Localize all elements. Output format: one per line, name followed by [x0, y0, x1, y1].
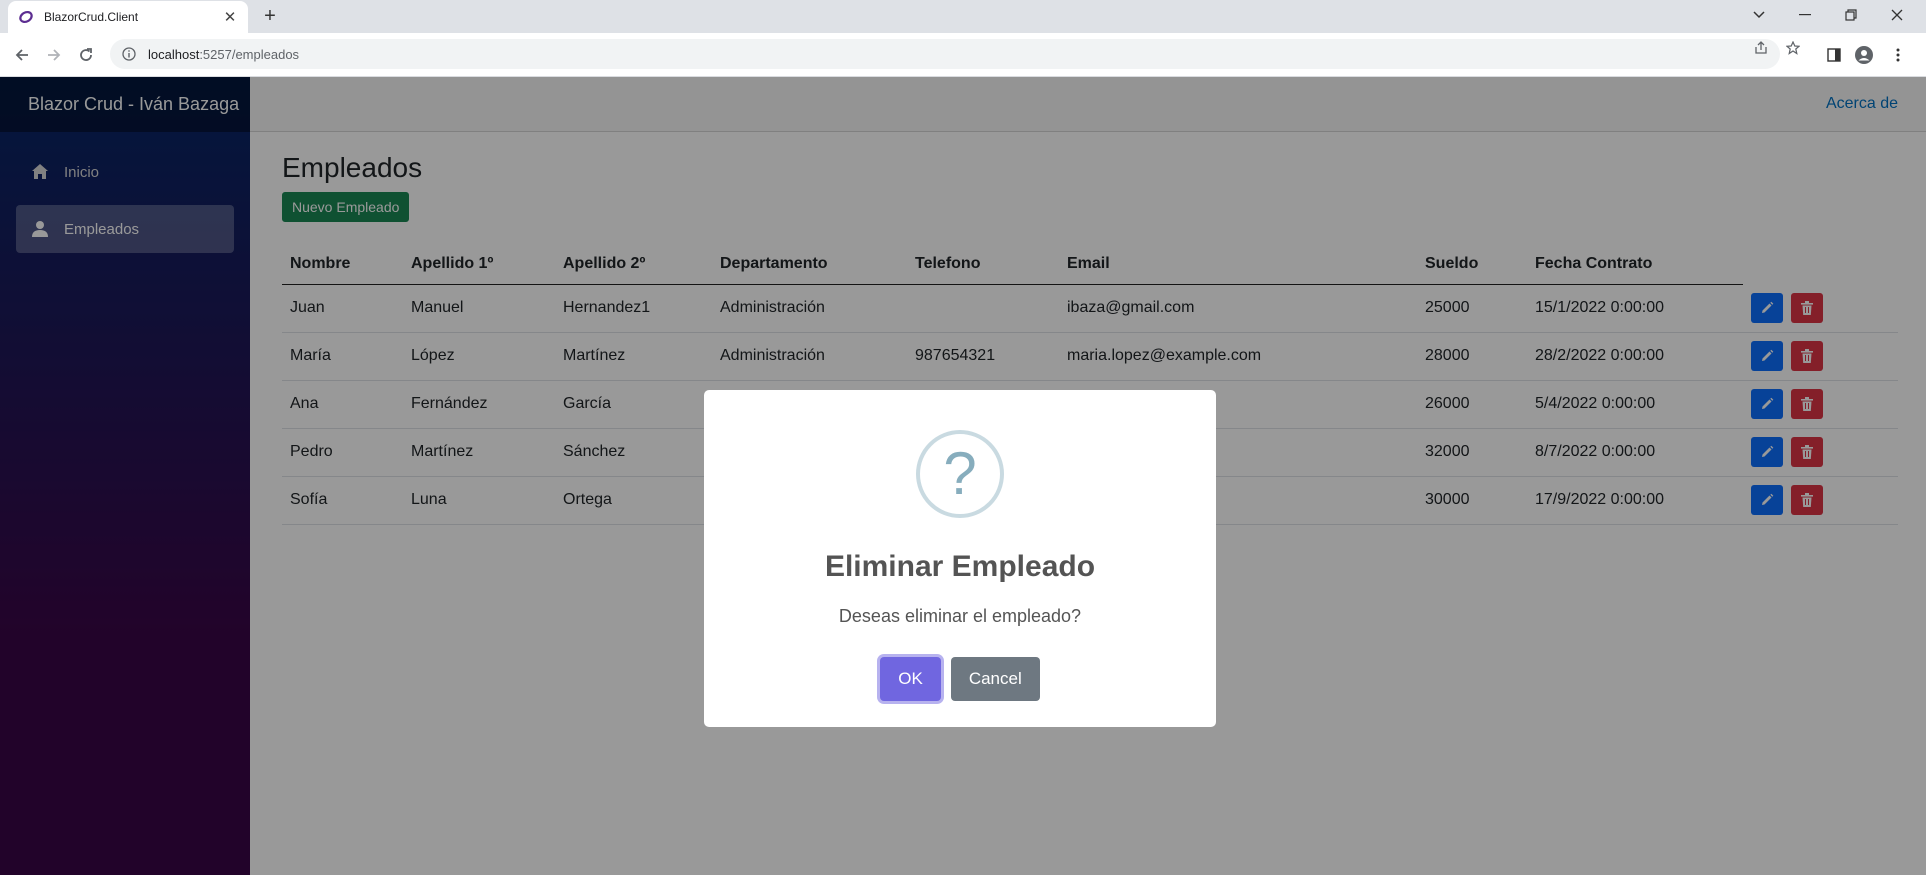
- back-icon[interactable]: [8, 41, 36, 69]
- minimize-icon[interactable]: [1782, 0, 1828, 30]
- browser-menu-icon[interactable]: [1884, 41, 1912, 69]
- close-window-icon[interactable]: [1874, 0, 1920, 30]
- close-tab-icon[interactable]: ✕: [222, 9, 238, 26]
- url-host: localhost: [148, 46, 200, 62]
- share-icon[interactable]: [1753, 40, 1769, 56]
- address-bar[interactable]: localhost:5257/empleados: [110, 39, 1780, 69]
- ok-button[interactable]: OK: [880, 657, 941, 701]
- profile-avatar-icon[interactable]: [1850, 41, 1878, 69]
- reload-icon[interactable]: [72, 41, 100, 69]
- dialog-actions: OK Cancel: [704, 657, 1216, 701]
- side-panel-icon[interactable]: [1820, 41, 1848, 69]
- forward-icon[interactable]: [40, 41, 68, 69]
- confirm-delete-dialog: ? Eliminar Empleado Deseas eliminar el e…: [704, 390, 1216, 727]
- site-info-icon[interactable]: [122, 46, 138, 62]
- restore-icon[interactable]: [1828, 0, 1874, 30]
- browser-tab[interactable]: BlazorCrud.Client ✕: [8, 1, 248, 33]
- dialog-message: Deseas eliminar el empleado?: [838, 606, 1082, 626]
- cancel-button[interactable]: Cancel: [950, 657, 1040, 701]
- dialog-title: Eliminar Empleado: [824, 550, 1096, 583]
- tab-search-icon[interactable]: [1736, 0, 1782, 30]
- url-path: :5257/empleados: [199, 46, 300, 62]
- browser-toolbar: localhost:5257/empleados: [0, 33, 1926, 77]
- blazor-favicon-icon: [18, 9, 34, 25]
- new-tab-icon[interactable]: +: [258, 4, 282, 28]
- bookmark-star-icon[interactable]: [1785, 40, 1801, 56]
- question-icon: ?: [916, 430, 1004, 518]
- tab-title: BlazorCrud.Client: [44, 10, 139, 24]
- browser-tabbar: BlazorCrud.Client ✕ +: [0, 0, 1926, 33]
